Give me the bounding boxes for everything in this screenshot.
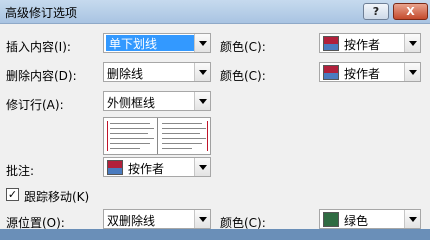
insert-color-value: 按作者 (344, 38, 381, 52)
source-style-select[interactable]: 双删除线 (103, 209, 211, 229)
preview-text-line (110, 123, 150, 124)
chevron-down-icon[interactable] (194, 210, 210, 228)
source-color-select[interactable]: 绿色 (319, 209, 421, 229)
delete-color-label: 颜色(C): (220, 69, 266, 83)
insert-style-select[interactable]: 单下划线 (103, 33, 211, 53)
revision-line-preview (103, 117, 211, 155)
revision-line-value: 外侧框线 (107, 96, 156, 110)
preview-text-line (162, 133, 200, 134)
delete-style-select[interactable]: 删除线 (103, 62, 211, 82)
comment-label: 批注: (6, 164, 35, 178)
author-color-swatch-icon (323, 36, 339, 51)
delete-color-value: 按作者 (344, 67, 381, 81)
source-color-label: 颜色(C): (220, 216, 266, 230)
delete-color-select[interactable]: 按作者 (319, 62, 421, 82)
dialog-body: 插入内容(I): 单下划线 颜色(C): 按作者 删除内容(D): 删除线 颜色… (0, 24, 430, 230)
delete-style-value: 删除线 (107, 67, 144, 81)
author-color-swatch-icon (107, 160, 123, 175)
revision-line-label: 修订行(A): (6, 98, 64, 112)
comment-color-value: 按作者 (128, 162, 165, 176)
preview-text-line (162, 138, 206, 139)
preview-text-line (162, 128, 206, 129)
track-moves-checkbox[interactable]: ✓ (6, 188, 19, 201)
dialog-title: 高级修订选项 (5, 6, 78, 20)
chevron-down-icon[interactable] (404, 210, 420, 228)
chevron-down-icon[interactable] (404, 63, 420, 81)
insert-color-label: 颜色(C): (220, 40, 266, 54)
chevron-down-icon[interactable] (194, 158, 210, 176)
chevron-down-icon[interactable] (404, 34, 420, 52)
revision-line-select[interactable]: 外侧框线 (103, 91, 211, 111)
preview-text-line (110, 138, 154, 139)
preview-change-bar (207, 121, 208, 151)
source-color-value: 绿色 (344, 214, 369, 228)
preview-page-divider (157, 118, 158, 154)
author-color-swatch-icon (323, 65, 339, 80)
source-label: 源位置(O): (6, 216, 65, 230)
close-button[interactable]: X (393, 3, 428, 20)
preview-text-line (110, 148, 140, 149)
preview-text-line (110, 133, 148, 134)
insert-label: 插入内容(I): (6, 40, 71, 54)
preview-text-line (162, 148, 192, 149)
preview-text-line (110, 128, 154, 129)
preview-change-bar (107, 121, 108, 151)
preview-text-line (162, 143, 202, 144)
green-color-swatch-icon (323, 212, 339, 227)
chevron-down-icon[interactable] (194, 63, 210, 81)
source-style-value: 双删除线 (107, 214, 156, 228)
comment-color-select[interactable]: 按作者 (103, 157, 211, 177)
title-bar: 高级修订选项 ? X (0, 0, 430, 24)
preview-text-line (110, 143, 150, 144)
insert-color-select[interactable]: 按作者 (319, 33, 421, 53)
chevron-down-icon[interactable] (194, 34, 210, 52)
preview-text-line (162, 123, 202, 124)
chevron-down-icon[interactable] (194, 92, 210, 110)
help-button[interactable]: ? (363, 3, 389, 20)
delete-label: 删除内容(D): (6, 69, 77, 83)
track-moves-label[interactable]: 跟踪移动(K) (24, 188, 89, 205)
